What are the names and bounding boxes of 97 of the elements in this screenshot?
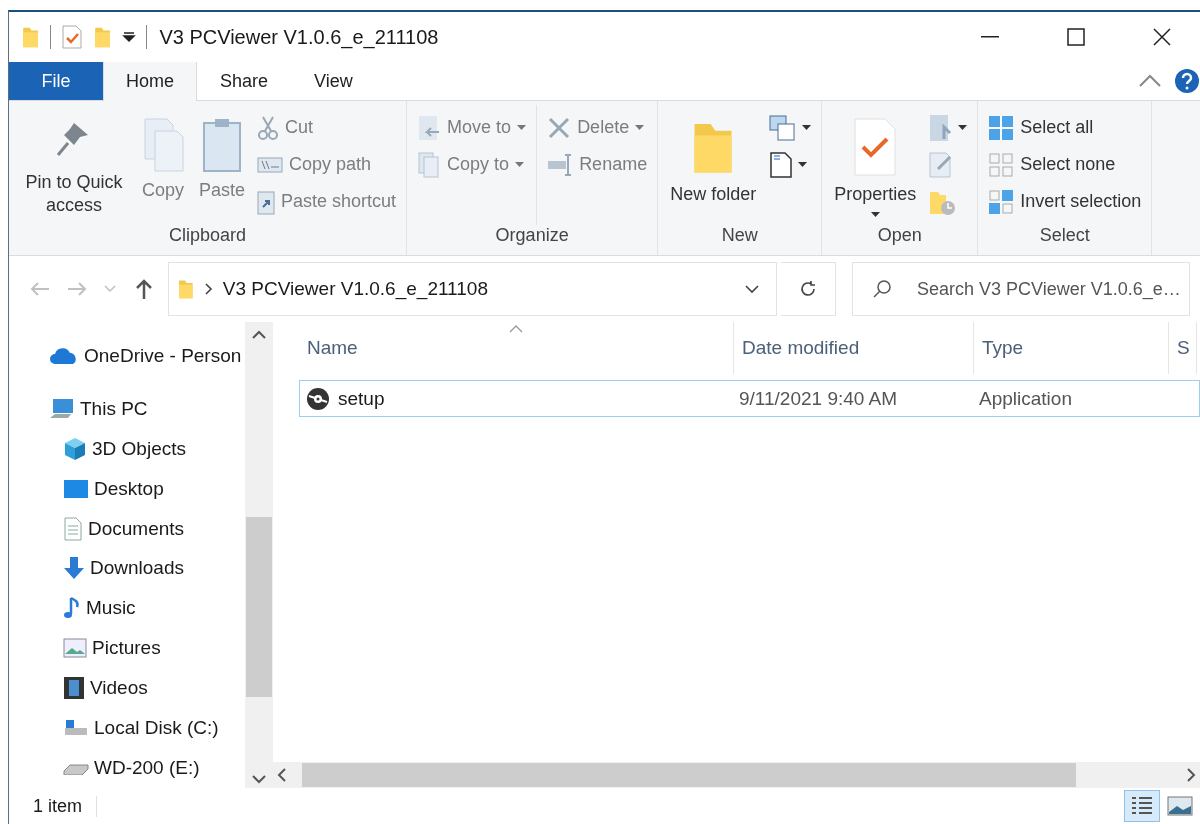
folder-icon [93, 25, 113, 49]
nav-item[interactable]: OneDrive - Person [84, 344, 242, 367]
caret-icon [958, 124, 968, 131]
caret-icon [802, 124, 812, 131]
details-view-icon [1130, 795, 1154, 817]
chevron-right-icon [204, 283, 213, 295]
move-icon [417, 113, 442, 142]
group-label: Clipboard [168, 225, 248, 247]
column-header[interactable]: Type [974, 322, 1169, 374]
help-icon[interactable] [1174, 68, 1200, 94]
column-header[interactable]: S [1169, 322, 1197, 374]
sort-ascending-icon [509, 325, 523, 333]
nav-item[interactable]: Documents [88, 517, 185, 540]
file-menu-button[interactable]: File [9, 62, 103, 100]
column-header[interactable]: Date modified [734, 322, 974, 374]
nav-item[interactable]: WD-200 (E:) [94, 757, 200, 779]
delete-icon [547, 115, 572, 140]
document-icon [768, 149, 795, 180]
checkmark-document-icon [853, 117, 898, 177]
caret-icon [635, 124, 645, 131]
ribbon-button[interactable]: Invert selection [984, 183, 1146, 220]
collapse-ribbon-icon[interactable] [1138, 74, 1162, 88]
dropdown-icon[interactable] [122, 31, 137, 43]
paste-shortcut-icon [257, 188, 276, 215]
horizontal-scrollbar[interactable] [273, 762, 1200, 788]
item-count: 1 item [33, 795, 98, 817]
invert-selection-icon [988, 188, 1015, 215]
copy-to-icon [417, 150, 442, 179]
caret-icon [517, 124, 527, 131]
nav-item[interactable]: Music [86, 597, 136, 620]
cube-icon [63, 436, 87, 461]
caret-icon [515, 161, 525, 168]
clipboard-icon [202, 117, 242, 173]
nav-item[interactable]: Local Disk (C:) [94, 717, 219, 740]
chevron-down-icon [104, 285, 117, 293]
nav-item[interactable]: Pictures [92, 637, 161, 660]
desktop-icon [63, 478, 89, 499]
copy-icon [141, 117, 185, 173]
nav-item[interactable]: This PC [80, 397, 148, 420]
ribbon-button[interactable]: New folder [664, 109, 763, 206]
scroll-down-icon[interactable] [252, 775, 266, 784]
chevron-down-icon [744, 284, 759, 294]
computer-icon [49, 397, 75, 420]
ribbon-button[interactable]: Select all [984, 109, 1146, 146]
select-none-icon [988, 151, 1015, 178]
file-name: setup [338, 387, 385, 410]
path-icon [257, 156, 284, 173]
properties-icon [61, 24, 84, 50]
drive-icon [63, 761, 89, 775]
forward-arrow-icon [66, 281, 87, 297]
ribbon-tab[interactable]: Home [103, 62, 197, 101]
group-label: Select [1038, 225, 1091, 247]
view-button[interactable] [1124, 790, 1160, 822]
minimize-icon [981, 36, 999, 38]
scroll-left-icon[interactable] [277, 768, 286, 782]
rename-icon [547, 152, 574, 177]
caret-icon [870, 212, 880, 218]
group-label: New [720, 225, 759, 247]
vertical-scrollbar[interactable] [245, 322, 273, 788]
ribbon-button[interactable]: Properties [828, 109, 923, 218]
column-header[interactable]: Name [299, 322, 734, 374]
folder-icon [21, 25, 41, 49]
window-title: V3 PCViewer V1.0.6_e_211108 [159, 25, 440, 49]
scroll-up-icon[interactable] [252, 330, 266, 339]
cloud-icon [49, 346, 79, 365]
document-icon [63, 516, 83, 541]
disc-icon [306, 386, 330, 411]
search-icon [872, 279, 892, 299]
close-icon [1153, 28, 1171, 46]
nav-item[interactable]: Downloads [90, 557, 184, 580]
nav-item[interactable]: Videos [90, 677, 148, 700]
ribbon-button[interactable]: Pin to Quick access [15, 109, 133, 217]
thumbnail-view-icon [1167, 796, 1193, 816]
caret-icon [798, 161, 808, 168]
music-note-icon [63, 596, 81, 621]
type-cell-text: Application [978, 387, 1073, 410]
folder-icon [177, 278, 195, 300]
refresh-icon [799, 280, 817, 298]
up-arrow-icon [134, 278, 153, 300]
date-cell-text: 9/11/2021 9:40 AM [738, 387, 899, 410]
group-label: Open [876, 225, 923, 247]
picture-icon [63, 638, 87, 659]
download-arrow-icon [63, 556, 85, 581]
refresh-button[interactable] [780, 262, 836, 316]
nav-item[interactable]: 3D Objects [92, 437, 186, 460]
file-row[interactable]: setup 9/11/2021 9:40 AM Application [299, 380, 1200, 417]
search-field[interactable]: Search V3 PCViewer V1.0.6_e… [852, 262, 1190, 316]
maximize-icon [1067, 28, 1085, 46]
scroll-right-icon[interactable] [1187, 768, 1196, 782]
nav-item[interactable]: Desktop [94, 477, 164, 500]
address-bar[interactable]: V3 PCViewer V1.0.6_e_211108 [168, 262, 777, 316]
ribbon-button[interactable]: Select none [984, 146, 1146, 183]
scissors-icon [257, 114, 280, 141]
group-label: Organize [494, 225, 570, 247]
back-arrow-icon [29, 281, 50, 297]
select-all-icon [988, 114, 1015, 141]
film-icon [63, 676, 85, 701]
